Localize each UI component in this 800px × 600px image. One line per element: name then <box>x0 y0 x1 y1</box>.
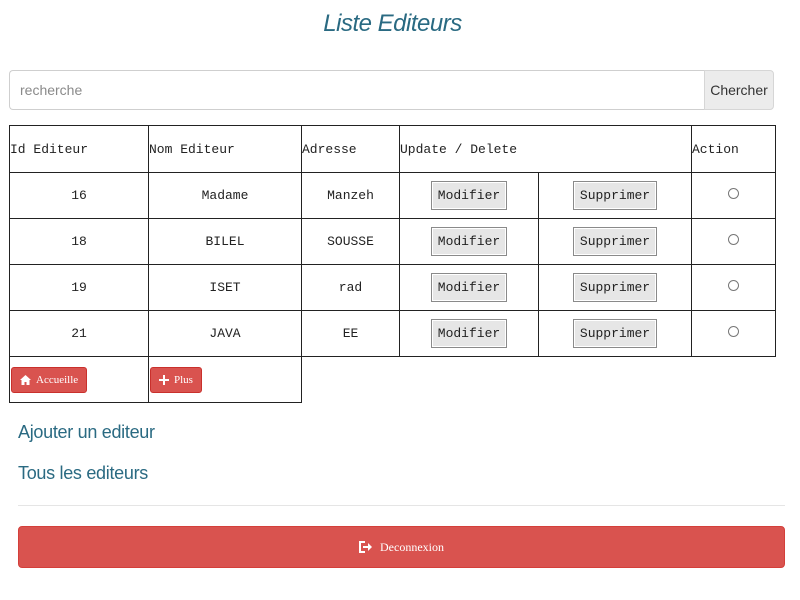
cell-action <box>691 264 776 311</box>
cell-nom: ISET <box>148 264 302 311</box>
logout-icon <box>359 541 372 553</box>
cell-action <box>691 218 776 265</box>
accueil-label: Accueille <box>36 373 79 386</box>
table-header-row: Id Editeur Nom Editeur Adresse Update / … <box>9 125 776 173</box>
cell-adresse: EE <box>301 310 400 357</box>
plus-icon <box>159 374 169 385</box>
page-title: Liste Editeurs <box>323 10 462 37</box>
cell-nom: JAVA <box>148 310 302 357</box>
divider <box>18 505 785 506</box>
cell-supprimer: Supprimer <box>538 310 692 357</box>
supprimer-button[interactable]: Supprimer <box>572 319 658 348</box>
accueil-button[interactable]: Accueille <box>11 366 88 393</box>
editeurs-table: Id Editeur Nom Editeur Adresse Update / … <box>9 125 776 403</box>
table-footer-row: Accueille Plus <box>9 356 776 403</box>
table-row: 21 JAVA EE Modifier Supprimer <box>9 310 776 357</box>
plus-label: Plus <box>174 373 193 386</box>
cell-modifier: Modifier <box>399 218 539 265</box>
cell-modifier: Modifier <box>399 264 539 311</box>
supprimer-button[interactable]: Supprimer <box>572 181 658 210</box>
action-radio[interactable] <box>728 280 739 291</box>
cell-id: 21 <box>9 310 149 357</box>
action-radio[interactable] <box>728 188 739 199</box>
cell-action <box>691 172 776 219</box>
modifier-button[interactable]: Modifier <box>430 181 508 210</box>
header-adresse: Adresse <box>301 125 400 173</box>
home-icon <box>20 374 31 385</box>
cell-id: 19 <box>9 264 149 311</box>
cell-adresse: rad <box>301 264 400 311</box>
cell-adresse: SOUSSE <box>301 218 400 265</box>
ajouter-editeur-link[interactable]: Ajouter un editeur <box>18 422 155 443</box>
cell-modifier: Modifier <box>399 172 539 219</box>
plus-button[interactable]: Plus <box>150 366 202 393</box>
cell-supprimer: Supprimer <box>538 264 692 311</box>
action-radio[interactable] <box>728 326 739 337</box>
cell-nom: BILEL <box>148 218 302 265</box>
action-radio[interactable] <box>728 234 739 245</box>
logout-button[interactable]: Deconnexion <box>18 526 785 568</box>
table-row: 16 Madame Manzeh Modifier Supprimer <box>9 172 776 219</box>
logout-label: Deconnexion <box>380 539 444 554</box>
header-nom: Nom Editeur <box>148 125 302 173</box>
cell-modifier: Modifier <box>399 310 539 357</box>
cell-id: 16 <box>9 172 149 219</box>
tous-editeurs-link[interactable]: Tous les editeurs <box>18 463 148 484</box>
header-update-delete: Update / Delete <box>399 125 692 173</box>
modifier-button[interactable]: Modifier <box>430 227 508 256</box>
header-id: Id Editeur <box>9 125 149 173</box>
table-row: 18 BILEL SOUSSE Modifier Supprimer <box>9 218 776 265</box>
cell-supprimer: Supprimer <box>538 218 692 265</box>
cell-supprimer: Supprimer <box>538 172 692 219</box>
cell-plus: Plus <box>148 356 302 403</box>
supprimer-button[interactable]: Supprimer <box>572 273 658 302</box>
cell-adresse: Manzeh <box>301 172 400 219</box>
supprimer-button[interactable]: Supprimer <box>572 227 658 256</box>
modifier-button[interactable]: Modifier <box>430 273 508 302</box>
cell-action <box>691 310 776 357</box>
cell-id: 18 <box>9 218 149 265</box>
search-button[interactable]: Chercher <box>704 70 774 110</box>
cell-nom: Madame <box>148 172 302 219</box>
modifier-button[interactable]: Modifier <box>430 319 508 348</box>
table-row: 19 ISET rad Modifier Supprimer <box>9 264 776 311</box>
search-bar: Chercher <box>9 70 774 110</box>
cell-accueil: Accueille <box>9 356 149 403</box>
header-action: Action <box>691 125 776 173</box>
search-input[interactable] <box>9 70 704 110</box>
